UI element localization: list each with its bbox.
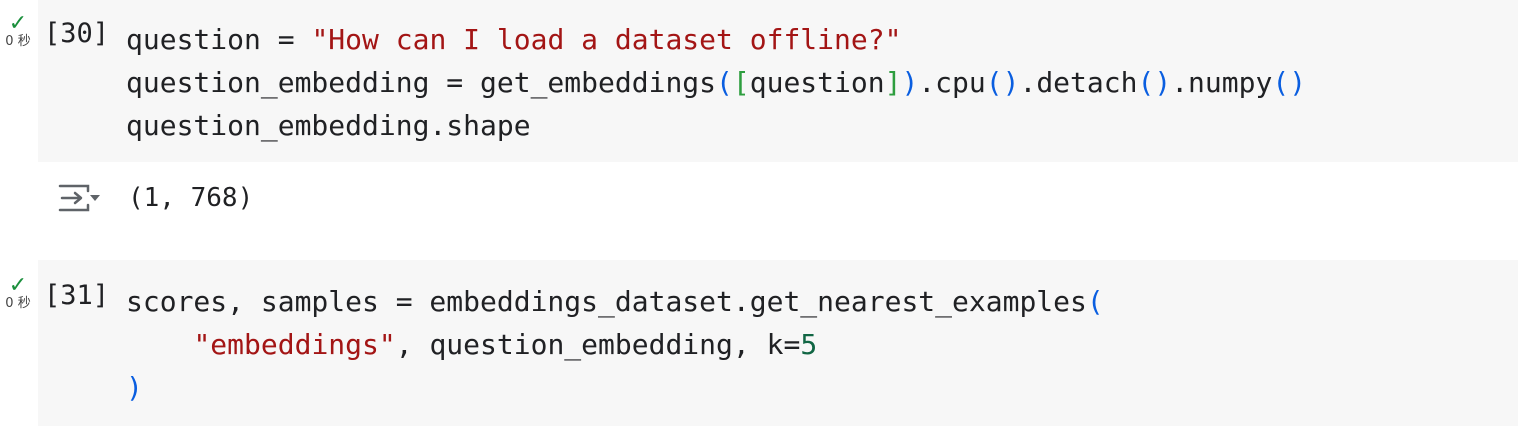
notebook-page: ✓ 0 秒 [30] question = "How can I load a … (0, 0, 1518, 426)
execution-time: 0 秒 (5, 296, 31, 311)
code-line-2: question_embedding = get_embeddings([que… (126, 66, 1307, 99)
execution-count-31[interactable]: [31] (44, 280, 109, 311)
output-text: (1, 768) (128, 183, 254, 213)
success-check-icon: ✓ (8, 11, 28, 36)
cell-status-31: ✓ 0 秒 (0, 273, 36, 311)
code-editor-31[interactable]: scores, samples = embeddings_dataset.get… (126, 280, 1104, 409)
code-line-1: question = "How can I load a dataset off… (126, 23, 902, 56)
execution-time: 0 秒 (5, 34, 31, 49)
code-line-1: scores, samples = embeddings_dataset.get… (126, 285, 1104, 318)
code-editor-30[interactable]: question = "How can I load a dataset off… (126, 18, 1306, 147)
code-line-3: question_embedding.shape (126, 109, 531, 142)
code-line-3: ) (126, 371, 143, 404)
success-check-icon: ✓ (8, 273, 28, 298)
output-toggle-icon[interactable] (56, 180, 102, 216)
code-line-2: "embeddings", question_embedding, k=5 (193, 328, 818, 361)
cell-status-30: ✓ 0 秒 (0, 11, 36, 49)
execution-count-30[interactable]: [30] (44, 18, 109, 49)
cell-output-30: (1, 768) (56, 178, 253, 218)
